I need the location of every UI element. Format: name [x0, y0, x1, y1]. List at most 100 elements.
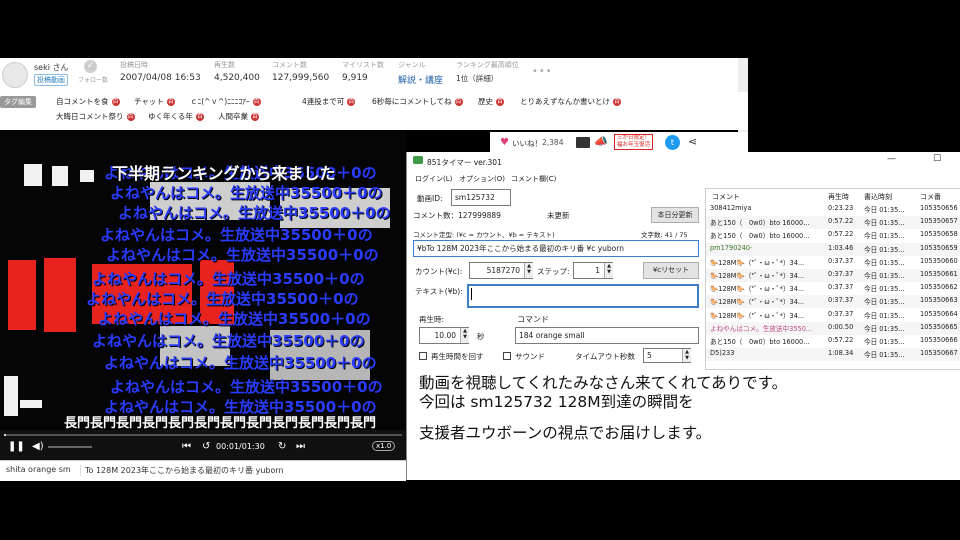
playback-time: 00:01/01:30 [216, 442, 265, 451]
table-row[interactable]: D5)233 1:08.34 今日 01:35... 105350667 [706, 348, 960, 362]
tag-item[interactable]: ゆく年くる年百 [148, 111, 204, 122]
fetch-today-button[interactable]: 本日分更新 [651, 207, 699, 223]
volume-icon[interactable]: ◀) [32, 441, 44, 452]
owner-badge[interactable]: 投稿動画 [34, 74, 68, 86]
table-cell: 0:57.22 [828, 230, 854, 239]
heart-icon[interactable]: ♥ [500, 137, 509, 148]
column-header-written[interactable]: 書込時刻 [864, 192, 892, 202]
column-header-comment[interactable]: コメント [712, 192, 740, 202]
count-spinner[interactable]: ▲ ▼ [524, 263, 533, 278]
dic-icon[interactable]: 百 [126, 113, 135, 121]
ranking-link[interactable]: 1位（詳細） [456, 73, 519, 84]
video-id-input[interactable]: sm125732 [451, 189, 511, 206]
pause-icon[interactable]: ❚❚ [8, 441, 25, 452]
dic-icon[interactable]: 百 [195, 113, 204, 121]
owner-name[interactable]: seki さん [34, 62, 69, 73]
tag-edit-button[interactable]: タグ編集 [0, 96, 36, 108]
tag-label[interactable]: ゆく年くる年 [148, 112, 193, 121]
menu-comment[interactable]: コメント欄(C) [511, 174, 556, 184]
dic-icon[interactable]: 百 [252, 98, 261, 106]
column-header-number[interactable]: コメ番 [920, 192, 941, 202]
tag-label[interactable]: とりあえずなんか書いとけ [520, 97, 610, 106]
table-cell: 0:37.37 [828, 283, 854, 292]
dic-icon[interactable]: 百 [496, 98, 504, 106]
tag-item[interactable]: 人間卒業百 [218, 111, 259, 122]
tag-label[interactable]: 自コメントを食 [56, 97, 109, 106]
dic-icon[interactable]: 百 [251, 113, 259, 121]
table-row[interactable]: あと150（ 0w0）bto 16000... 0:57.22 今日 01:35..… [706, 216, 960, 230]
tag-label[interactable]: 4連投まで可 [302, 97, 344, 106]
dic-icon[interactable]: 百 [347, 98, 356, 106]
tag-item[interactable]: 大晦日コメント祭り百 [56, 111, 135, 122]
dic-icon[interactable]: 百 [613, 98, 621, 106]
tag-item[interactable]: チャット百 [134, 96, 175, 107]
loop-label: 再生時間を回す [431, 352, 484, 361]
tag-label[interactable]: 人間卒業 [218, 112, 248, 121]
tag-label[interactable]: ｃﾆ(^ｖ^)ﾆﾆﾆｺｱｰ [190, 97, 250, 106]
more-menu-icon[interactable]: ••• [532, 66, 553, 77]
tag-item[interactable]: 自コメントを食百 [56, 96, 120, 107]
update-status: 未更新 [547, 211, 570, 220]
table-row[interactable]: よねやんはコメ。生放送中3550... 0:00.50 今日 01:35... 105… [706, 321, 960, 335]
table-row[interactable]: あと150（ 0w0）bto 16000... 0:57.22 今日 01:35..… [706, 229, 960, 242]
table-row[interactable]: 308412miya 0:23.23 今日 01:35... 105350656 [706, 203, 960, 216]
video-player[interactable]: よねやんはコメ。生放送中35500＋0の 下半期ランキングから来ました よねやん… [0, 130, 406, 430]
caption-text: 動画を視聴してくれたみなさん来てくれてありです。 今回は sm125732 12… [419, 374, 787, 443]
column-header-time[interactable]: 再生時 [828, 192, 849, 202]
menu-login[interactable]: ログイン(L) [415, 174, 452, 184]
step-spinner[interactable]: ▲ ▼ [604, 263, 613, 278]
loop-checkbox[interactable] [419, 352, 427, 360]
tag-label[interactable]: 歴史 [478, 97, 493, 106]
replay-time-spinner[interactable]: ▲ ▼ [460, 328, 469, 343]
genre-link[interactable]: 解説・講座 [398, 73, 443, 86]
dic-icon[interactable]: 百 [166, 98, 175, 106]
tag-item[interactable]: 4連投まで可百 [302, 96, 356, 107]
seek-bar[interactable] [4, 434, 402, 436]
table-row[interactable]: pm1790240- 1:03.46 今日 01:35... 105350659 [706, 242, 960, 256]
share-icon[interactable]: ⋖ [688, 135, 697, 148]
table-row[interactable]: 🐎128M🐎（*ﾟ・ω・ﾟ*）34... 0:37.37 今日 01:35... 10… [706, 295, 960, 309]
sound-checkbox[interactable] [503, 352, 511, 360]
follow-check-icon[interactable]: ✓ [84, 60, 97, 73]
twitter-icon[interactable]: t [665, 135, 680, 150]
skip-back-icon[interactable]: ⏮ [182, 441, 191, 452]
table-row[interactable]: あと150（ 0w0）bto 16000... 0:57.22 今日 01:35..… [706, 335, 960, 348]
tag-label[interactable]: 6秒毎にコメントしてね [372, 97, 452, 106]
command-input[interactable]: 184 orange small [515, 327, 699, 344]
table-cell: 105350664 [920, 309, 958, 318]
owner-avatar[interactable] [2, 62, 28, 88]
thread-icon[interactable] [576, 137, 590, 148]
video-graphic [20, 400, 42, 408]
text-input[interactable] [467, 284, 699, 308]
comment-table[interactable]: コメント 再生時 書込時刻 コメ番 308412miya 0:23.23 今日 01… [705, 188, 960, 370]
tag-item[interactable]: とりあえずなんか書いとけ百 [520, 96, 621, 107]
dic-icon[interactable]: 百 [111, 98, 120, 106]
dic-icon[interactable]: 百 [454, 98, 463, 106]
tag-label[interactable]: チャット [134, 97, 164, 106]
campaign-banner[interactable]: 三が日限定！ 福お年玉復活 [614, 134, 654, 150]
table-row[interactable]: 🐎128M🐎（*ﾟ・ω・ﾟ*）34... 0:37.37 今日 01:35... 10… [706, 309, 960, 322]
forward-icon[interactable]: ↻ [278, 441, 286, 452]
tag-item[interactable]: 6秒毎にコメントしてね百 [372, 96, 463, 107]
playback-speed[interactable]: x1.0 [372, 441, 396, 451]
count-reset-button[interactable]: ¥cリセット [643, 262, 699, 279]
minimize-icon[interactable]: — [887, 154, 896, 164]
tag-item[interactable]: ｃﾆ(^ｖ^)ﾆﾆﾆｺｱｰ百 [190, 96, 261, 107]
tag-item[interactable]: 歴史百 [478, 96, 504, 107]
comment-input[interactable]: To 128M 2023年ここから始まる最初のキリ番 yuborn [80, 465, 284, 476]
volume-slider[interactable] [48, 446, 92, 448]
like-button[interactable]: いいね！ [512, 138, 542, 149]
table-row[interactable]: 🐎128M🐎（*ﾟ・ω・ﾟ*）34... 0:37.37 今日 01:35... 10… [706, 256, 960, 269]
nicoad-icon[interactable]: 📣 [594, 136, 608, 148]
maximize-icon[interactable]: ☐ [933, 154, 941, 164]
tag-label[interactable]: 大晦日コメント祭り [56, 112, 124, 121]
command-input[interactable]: shita orange sm [6, 465, 71, 474]
menu-options[interactable]: オプション(O) [459, 174, 505, 184]
table-row[interactable]: 🐎128M🐎（*ﾟ・ω・ﾟ*）34... 0:37.37 今日 01:35... 10… [706, 269, 960, 282]
title-bar[interactable]: 851タイマー ver.301 — ☐ [407, 152, 960, 170]
table-row[interactable]: 🐎128M🐎（*ﾟ・ω・ﾟ*）34... 0:37.37 今日 01:35... 10… [706, 282, 960, 295]
skip-forward-icon[interactable]: ⏭ [296, 441, 305, 452]
rewind-icon[interactable]: ↺ [202, 441, 210, 452]
timeout-spinner[interactable]: ▲ ▼ [682, 349, 691, 362]
template-input[interactable]: ¥bTo 128M 2023年ここから始まる最初のキリ番 ¥c yuborn [413, 240, 699, 257]
